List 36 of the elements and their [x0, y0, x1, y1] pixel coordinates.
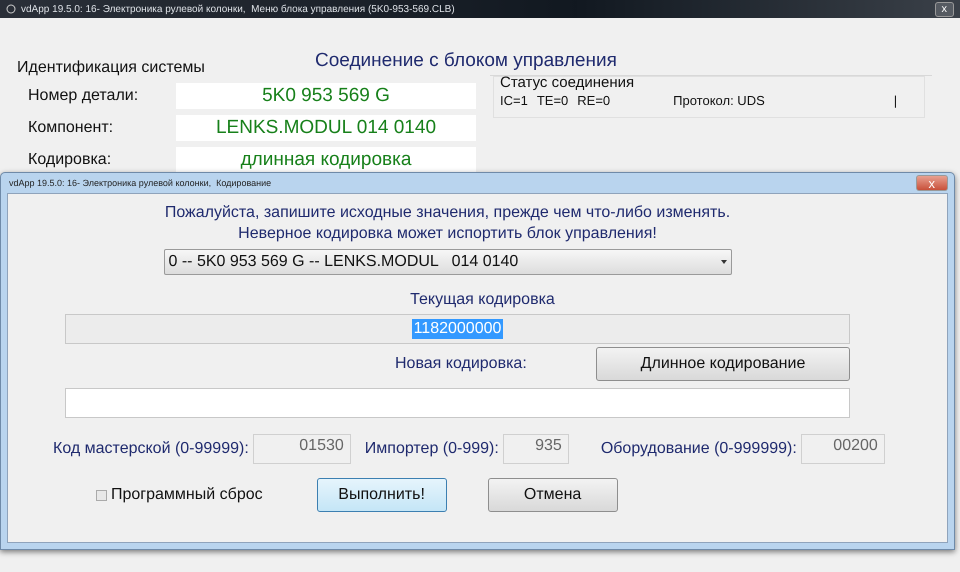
param-field[interactable]: 00200	[800, 434, 885, 464]
long-coding-button[interactable]: Длинное кодирование	[596, 347, 850, 381]
field-label: Кодировка:	[28, 151, 112, 169]
window-title: vdApp 19.5.0: 16- Электроника рулевой колонки, Меню блока управления (5K0-953-569.CLB)	[21, 4, 456, 14]
field-label: Номер детали:	[28, 87, 140, 105]
value-field: LENKS.MODUL 014 0140	[176, 115, 476, 141]
warning-text: Пожалуйста, запишите исходные значения, прежде чем что-либо изменять.	[164, 204, 730, 222]
group-title: Статус соединения	[500, 74, 636, 91]
group-title: Идентификация системы	[17, 59, 205, 77]
param-label: Код мастерской (0-99999):	[53, 440, 249, 458]
connection-heading: Соединение с блоком управления	[315, 50, 617, 72]
execute-button[interactable]: Выполнить!	[316, 478, 447, 512]
checkbox-label: Программный сброс	[111, 486, 263, 504]
module-dropdown[interactable]: 0 -- 5K0 953 569 G -- LENKS.MODUL 014 0140	[164, 249, 732, 275]
param-label: Оборудование (0-999999):	[600, 440, 797, 458]
value-field: 5K0 953 569 G	[176, 83, 476, 109]
status-counter: IC=1	[500, 93, 528, 108]
app-icon	[6, 4, 16, 14]
close-button[interactable]: x	[934, 2, 954, 16]
cursor-mark: |	[894, 93, 898, 108]
protocol-label: Протокол: UDS	[673, 93, 765, 108]
param-label: Импортер (0-999):	[364, 440, 499, 458]
current-coding-label: Текущая кодировка	[410, 291, 555, 309]
checkbox[interactable]	[96, 490, 107, 500]
cancel-button[interactable]: Отмена	[488, 478, 618, 512]
new-coding-field[interactable]	[65, 388, 850, 418]
caret-icon	[720, 260, 726, 264]
param-field[interactable]: 935	[502, 434, 569, 464]
warning-text: Неверное кодировка может испортить блок управления!	[238, 225, 657, 243]
field-label: Компонент:	[28, 119, 114, 137]
new-coding-label: Новая кодировка:	[395, 355, 528, 373]
status-counter: RE=0	[577, 93, 610, 108]
value-field: длинная кодировка	[176, 147, 476, 173]
status-counter: TE=0	[536, 93, 568, 108]
param-field[interactable]: 01530	[252, 434, 351, 464]
dialog-title: vdApp 19.5.0: 16- Электроника рулевой колонки, Кодирование	[9, 178, 272, 188]
